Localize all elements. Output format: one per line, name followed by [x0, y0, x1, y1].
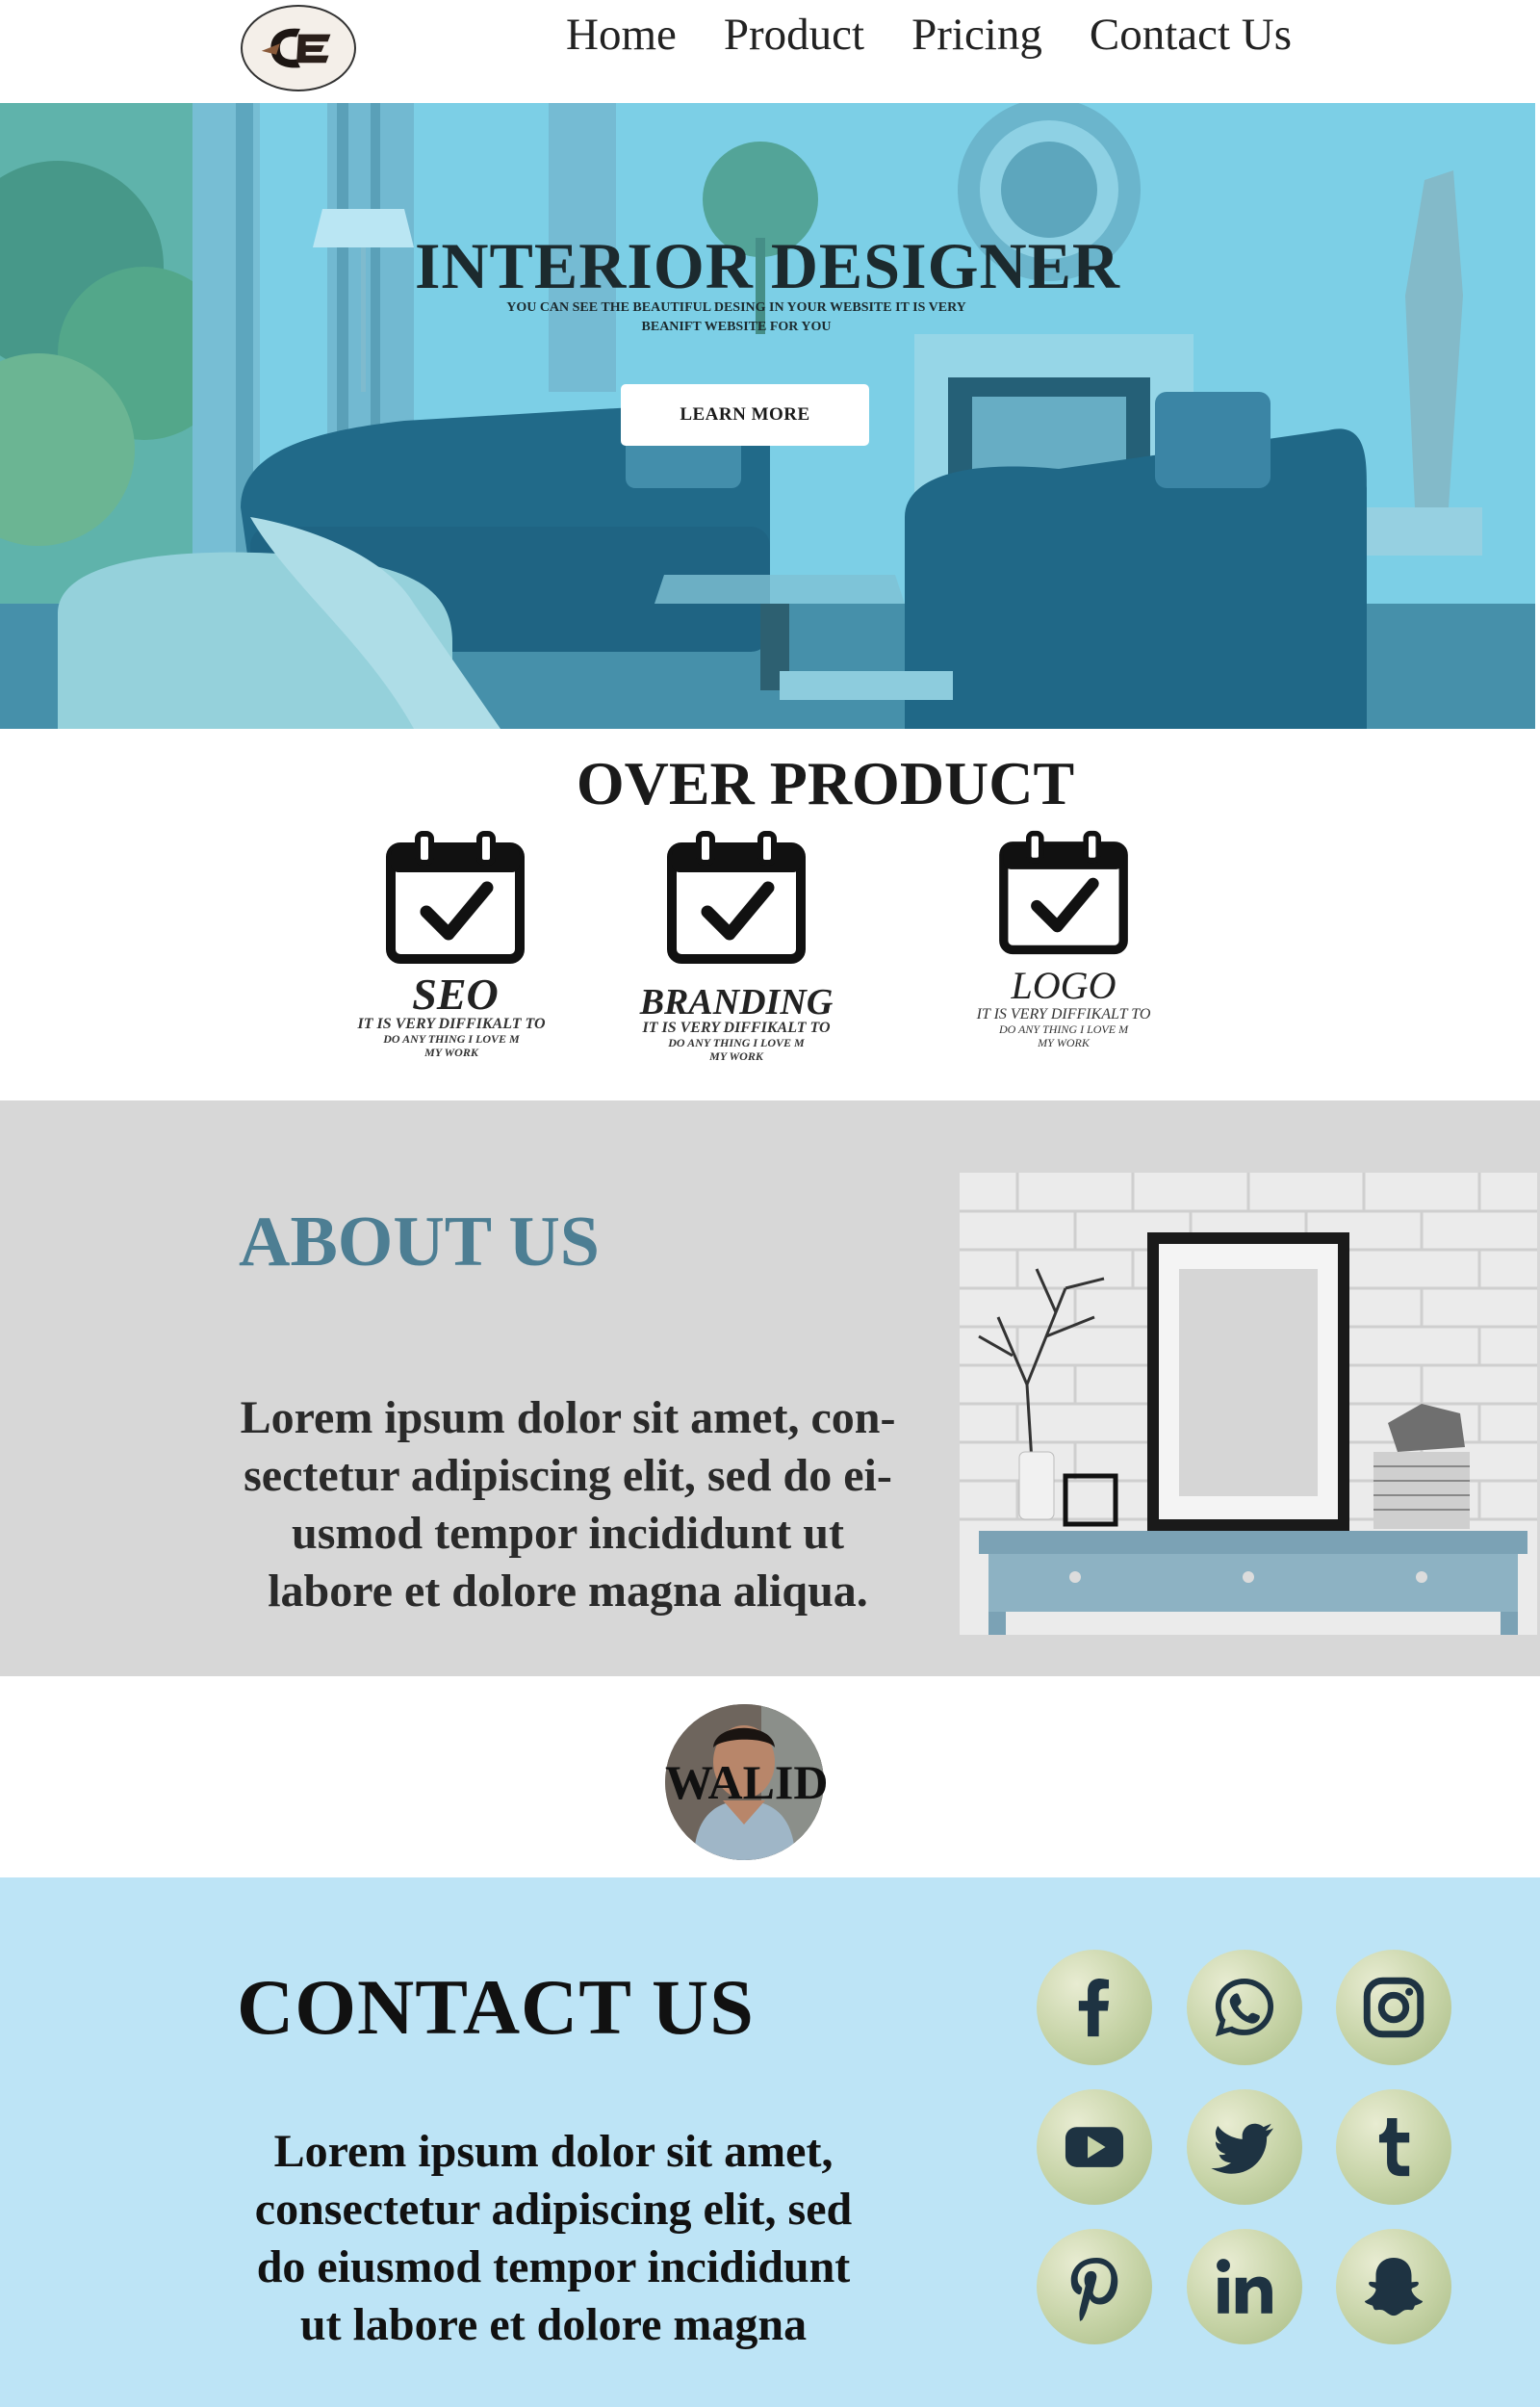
product-desc-line: IT IS VERY DIFFIKALT TO — [357, 1016, 546, 1032]
about-text-line: labore et dolore magna aliqua. — [268, 1566, 868, 1617]
facebook-icon — [1078, 1978, 1110, 2037]
product-card-branding[interactable]: BRANDING IT IS VERY DIFFIKALT TO DO ANY … — [626, 830, 847, 1063]
about-text-line: sectetur adipiscing elit, sed do ei- — [244, 1450, 892, 1501]
contact-text-line: do eiusmod tempor incididunt — [256, 2241, 851, 2292]
youtube-button[interactable] — [1037, 2089, 1152, 2205]
hero-title: INTERIOR DESIGNER — [414, 229, 1121, 302]
contact-text-line: ut labore et dolore magna — [299, 2299, 808, 2350]
products-section: OVER PRODUCT SEO IT IS VERY DIFFIKALT TO… — [0, 729, 1540, 1100]
pinterest-icon — [1070, 2257, 1118, 2321]
about-text: Lorem ipsum dolor sit amet, con- sectetu… — [207, 1389, 929, 1620]
about-text-line: usmod tempor incididunt ut — [292, 1508, 844, 1559]
nav-contact-link[interactable]: Contact Us — [1090, 6, 1292, 64]
product-desc-line: IT IS VERY DIFFIKALT TO — [976, 1006, 1151, 1022]
product-desc-line: DO ANY THING I LOVE M — [998, 1022, 1129, 1036]
product-card-seo[interactable]: SEO IT IS VERY DIFFIKALT TO DO ANY THING… — [345, 830, 566, 1059]
logo-icon: CE — [246, 10, 350, 87]
calendar-check-icon — [386, 831, 525, 964]
product-desc-line: MY WORK — [1038, 1036, 1090, 1049]
calendar-check-icon — [667, 831, 806, 964]
product-desc-line: IT IS VERY DIFFIKALT TO — [642, 1020, 831, 1036]
tumblr-button[interactable] — [1336, 2089, 1451, 2205]
about-image — [960, 1173, 1537, 1635]
product-desc-line: DO ANY THING I LOVE M — [383, 1032, 520, 1046]
linkedin-button[interactable] — [1187, 2229, 1302, 2344]
contact-title: CONTACT US — [237, 1963, 755, 2051]
learn-more-button[interactable]: LEARN MORE — [621, 384, 869, 446]
product-card-logo[interactable]: LOGO IT IS VERY DIFFIKALT TO DO ANY THIN… — [953, 830, 1174, 1049]
about-title: ABOUT US — [239, 1203, 600, 1281]
snapchat-icon — [1364, 2257, 1424, 2316]
site-logo[interactable]: CE — [241, 5, 356, 91]
about-section: ABOUT US Lorem ipsum dolor sit amet, con… — [0, 1100, 1540, 1676]
instagram-button[interactable] — [1336, 1950, 1451, 2065]
product-description: IT IS VERY DIFFIKALT TO DO ANY THING I L… — [626, 1020, 847, 1064]
pinterest-button[interactable] — [1037, 2229, 1152, 2344]
hero-section: INTERIOR DESIGNER YOU CAN SEE THE BEAUTI… — [0, 103, 1535, 729]
twitter-button[interactable] — [1187, 2089, 1302, 2205]
product-description: IT IS VERY DIFFIKALT TO DO ANY THING I L… — [953, 1006, 1174, 1050]
facebook-button[interactable] — [1037, 1950, 1152, 2065]
contact-section: CONTACT US Lorem ipsum dolor sit amet, c… — [0, 1877, 1540, 2407]
whatsapp-button[interactable] — [1187, 1950, 1302, 2065]
profile-name: WALID — [665, 1755, 829, 1809]
calendar-check-icon — [999, 830, 1128, 955]
contact-text-line: Lorem ipsum dolor sit amet, — [273, 2126, 834, 2177]
products-title: OVER PRODUCT — [576, 749, 1075, 817]
product-name: LOGO — [1011, 964, 1116, 1007]
tumblr-icon — [1378, 2117, 1410, 2177]
product-description: IT IS VERY DIFFIKALT TO DO ANY THING I L… — [337, 1016, 566, 1060]
product-desc-line: MY WORK — [424, 1046, 478, 1059]
about-text-line: Lorem ipsum dolor sit amet, con- — [240, 1392, 896, 1443]
interior-photo — [960, 1173, 1537, 1635]
instagram-icon — [1363, 1977, 1424, 2038]
nav-home-link[interactable]: Home — [566, 6, 677, 64]
hero-subtitle-line: YOU CAN SEE THE BEAUTIFUL DESING IN YOUR… — [506, 300, 966, 315]
contact-text-line: consectetur adipiscing elit, sed — [254, 2184, 853, 2235]
product-desc-line: DO ANY THING I LOVE M — [668, 1036, 805, 1049]
hero-subtitle-line: BEANIFT WEBSITE FOR YOU — [641, 320, 832, 334]
youtube-icon — [1065, 2127, 1124, 2167]
product-name: SEO — [412, 970, 499, 1019]
nav-pricing-link[interactable]: Pricing — [911, 6, 1042, 64]
main-menu: Home Product Pricing Contact Us — [566, 6, 1292, 64]
hero-subtitle: YOU CAN SEE THE BEAUTIFUL DESING IN YOUR… — [472, 298, 1001, 337]
contact-text: Lorem ipsum dolor sit amet, consectetur … — [217, 2123, 890, 2354]
top-nav: CE Home Product Pricing Contact Us — [0, 0, 1540, 103]
twitter-icon — [1211, 2123, 1274, 2174]
product-desc-line: MY WORK — [709, 1049, 763, 1063]
nav-product-link[interactable]: Product — [724, 6, 864, 64]
linkedin-icon — [1217, 2259, 1272, 2314]
whatsapp-icon — [1215, 1978, 1274, 2037]
snapchat-button[interactable] — [1336, 2229, 1451, 2344]
product-name: BRANDING — [639, 982, 834, 1022]
